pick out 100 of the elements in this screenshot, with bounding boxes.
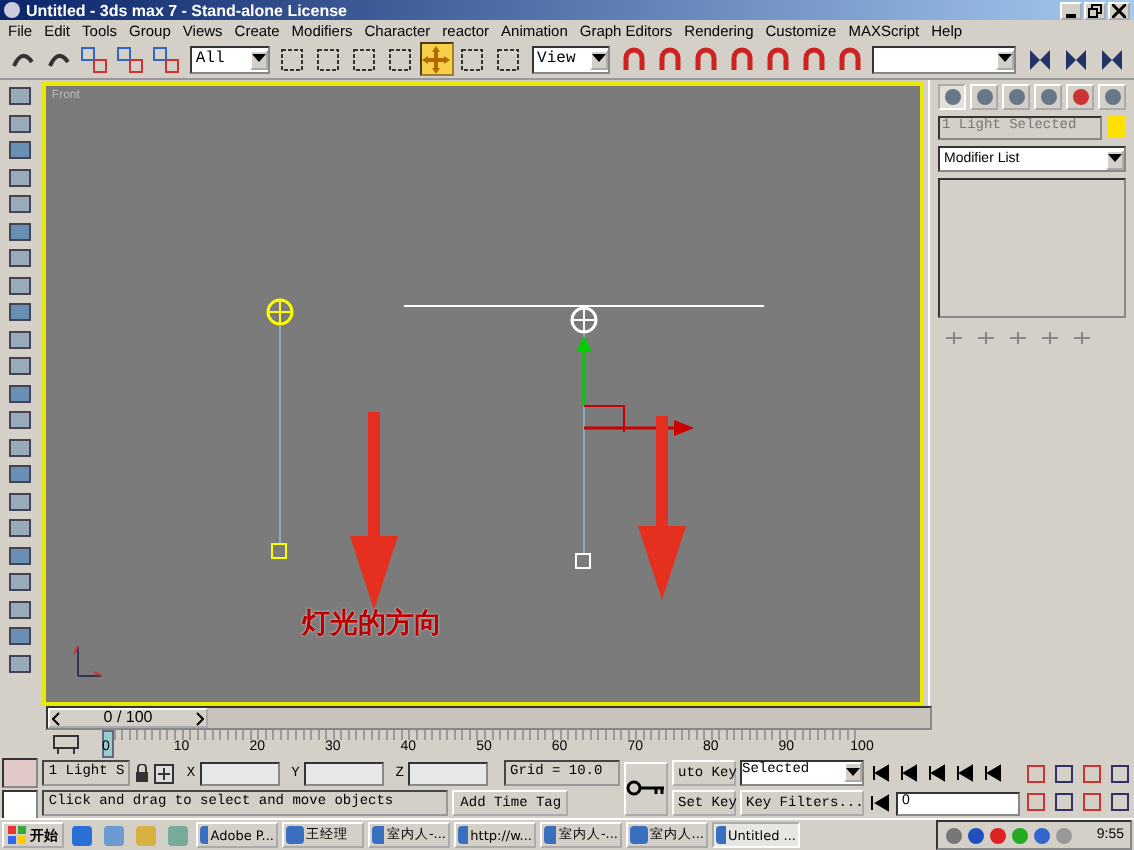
viewport-nav-icon[interactable] <box>1024 790 1048 815</box>
viewport-nav-icon[interactable] <box>1052 790 1076 815</box>
key-icon <box>626 778 666 799</box>
panel-tab[interactable] <box>970 84 998 111</box>
app-icon <box>544 826 557 845</box>
time-slider-track[interactable]: 0 / 100 <box>46 706 932 731</box>
tool-icon[interactable] <box>5 408 34 433</box>
tool-icon[interactable] <box>5 516 34 541</box>
viewport-nav-icon[interactable] <box>1052 762 1076 787</box>
toolbar-button[interactable] <box>149 42 184 77</box>
reference-coordinate-dropdown[interactable]: View <box>531 45 611 74</box>
app-icon <box>286 826 304 845</box>
tool-icon <box>835 45 864 74</box>
tool-icon[interactable] <box>5 138 34 163</box>
lock-icon[interactable] <box>134 763 151 784</box>
tool-icon[interactable] <box>5 489 34 514</box>
selection-filter-dropdown[interactable]: All <box>189 45 270 74</box>
arrow-right-icon <box>196 711 204 726</box>
curve-editor-icon[interactable] <box>50 732 82 757</box>
annotation-text: 灯光的方向 <box>301 606 442 643</box>
tray-icon[interactable] <box>988 825 1009 846</box>
close-icon <box>1112 3 1126 18</box>
tray-icon[interactable] <box>966 825 987 846</box>
tool-icon[interactable] <box>5 273 34 298</box>
tool-icon[interactable] <box>5 192 34 217</box>
tool-icon[interactable] <box>5 570 34 595</box>
toolbar-button[interactable] <box>77 42 112 77</box>
color-swatch[interactable] <box>1108 116 1126 139</box>
viewport-nav-icon[interactable] <box>1080 790 1104 815</box>
move-gizmo-drawing <box>575 336 694 437</box>
toolbar-button[interactable] <box>113 42 148 77</box>
playback-icon[interactable] <box>896 762 922 785</box>
arrow-left-icon <box>52 711 60 726</box>
toolbar-button[interactable] <box>419 42 454 77</box>
tool-icon[interactable] <box>5 300 34 325</box>
tool-icon <box>619 45 648 74</box>
axis-tripod-icon <box>72 645 103 678</box>
quick-launch-icon[interactable] <box>68 823 96 848</box>
panel-tab[interactable] <box>1034 84 1062 111</box>
tool-icon <box>1097 45 1126 74</box>
maxscript-field[interactable] <box>2 789 39 820</box>
tab-icon <box>1101 86 1123 109</box>
absolute-mode-icon[interactable] <box>154 763 175 784</box>
tool-icon <box>799 45 828 74</box>
tab-icon <box>941 86 963 109</box>
tool-icon[interactable] <box>5 462 34 487</box>
tool-icon <box>727 45 756 74</box>
panel-tab[interactable] <box>1098 84 1126 111</box>
tool-icon <box>386 45 415 74</box>
y-field[interactable] <box>303 761 384 786</box>
playback-icon[interactable] <box>980 762 1006 785</box>
tool-icon[interactable] <box>5 84 34 109</box>
tool-icon[interactable] <box>5 165 34 190</box>
tool-icon[interactable] <box>5 327 34 352</box>
app-icon <box>200 826 209 845</box>
tool-icon[interactable] <box>5 624 34 649</box>
z-field[interactable] <box>408 761 488 786</box>
viewport-nav-icon[interactable] <box>1024 762 1048 787</box>
tool-icon <box>763 45 792 74</box>
tab-icon <box>973 86 995 109</box>
close-button[interactable] <box>1108 1 1130 20</box>
playback-icon[interactable] <box>924 762 950 785</box>
panel-tab[interactable] <box>1002 84 1030 111</box>
tool-icon <box>350 45 379 74</box>
viewport-nav-icon[interactable] <box>1080 762 1104 787</box>
tool-icon[interactable] <box>5 354 34 379</box>
tool-icon[interactable] <box>5 597 34 622</box>
maxscript-listener[interactable] <box>2 757 39 788</box>
tool-icon[interactable] <box>5 111 34 136</box>
viewport-nav-icon[interactable] <box>1108 762 1132 787</box>
tab-icon <box>1037 86 1059 109</box>
tool-icon <box>116 45 145 74</box>
time-config-icon[interactable] <box>868 792 894 815</box>
app-icon <box>716 826 727 845</box>
window-title: Untitled - 3ds max 7 - Stand-alone License <box>26 1 349 20</box>
tool-icon <box>494 45 523 74</box>
minimize-button[interactable] <box>1060 1 1082 20</box>
time-slider-thumb[interactable]: 0 / 100 <box>48 708 208 729</box>
tool-icon[interactable] <box>5 381 34 406</box>
tool-icon[interactable] <box>5 435 34 460</box>
viewport-nav-icon[interactable] <box>1108 790 1132 815</box>
tab-icon <box>1069 86 1091 109</box>
named-selection-dropdown[interactable] <box>872 45 1017 74</box>
tool-icon <box>1061 45 1090 74</box>
tray-icon[interactable] <box>1032 825 1053 846</box>
app-icon <box>630 826 648 845</box>
tool-icon[interactable] <box>5 543 34 568</box>
tool-icon[interactable] <box>5 246 34 271</box>
playback-icon[interactable] <box>952 762 978 785</box>
panel-tab[interactable] <box>1066 84 1094 111</box>
panel-tab[interactable] <box>938 84 966 111</box>
playback-icon[interactable] <box>868 762 894 785</box>
tool-icon[interactable] <box>5 651 34 676</box>
restore-button[interactable] <box>1084 1 1106 20</box>
app-icon <box>458 826 469 845</box>
tool-icon[interactable] <box>5 219 34 244</box>
set-key-button[interactable] <box>624 761 668 816</box>
app-icon <box>372 826 385 845</box>
tray-icon[interactable] <box>944 825 965 846</box>
x-field[interactable] <box>199 761 280 786</box>
